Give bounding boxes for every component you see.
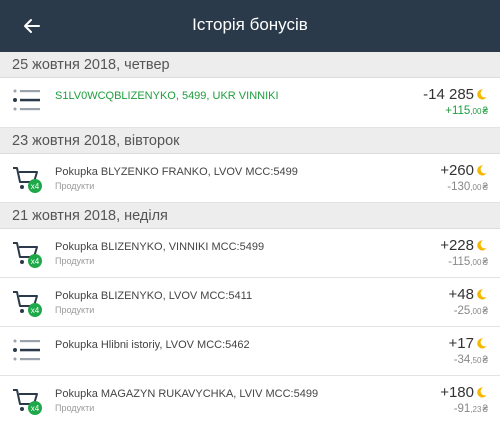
list-item[interactable]: S1LV0WCQBLIZENYKO, 5499, UKR VINNIKI -14… [0,78,500,128]
cart-icon: x4 [12,288,44,320]
svg-text:x4: x4 [31,404,40,413]
category-label: Продукти [55,256,95,266]
date-header: 25 жовтня 2018, четвер [0,52,500,78]
list-item[interactable]: x4 Pokupka BLIZENYKO, LVOV MCC:5411 Прод… [0,278,500,327]
cart-icon: x4 [12,239,44,271]
money-amount: -25,00₴ [453,305,488,317]
transaction-title: Pokupka BLIZENYKO, VINNIKI MCC:5499 [55,241,265,253]
money-amount: -91,23₴ [453,403,488,415]
amounts: +260 -130,00₴ [440,162,488,193]
cart-icon: x4 [12,386,44,418]
bonus-moon-icon [475,239,488,252]
bonus-amount: -14 285 [423,86,474,104]
page-title: Історія бонусів [192,15,308,34]
amounts: +180 -91,23₴ [440,384,488,415]
money-amount: -130,00₴ [447,181,488,193]
list-item[interactable]: x4 Pokupka BLYZENKO FRANKO, LVOV MCC:549… [0,154,500,203]
list-item[interactable]: x4 Pokupka BLIZENYKO, VINNIKI MCC:5499 П… [0,229,500,278]
list-item[interactable]: Pokupka Hlibni istoriy, LVOV MCC:5462 +1… [0,327,500,376]
date-header: 23 жовтня 2018, вівторок [0,128,500,154]
amounts: +228 -115,00₴ [440,237,488,268]
transaction-title: Pokupka Hlibni istoriy, LVOV MCC:5462 [55,339,250,351]
category-label: Продукти [55,403,95,413]
bonus-moon-icon [475,288,488,301]
list-item[interactable]: x4 Pokupka MAGAZYN RUKAVYCHKA, LVIV MCC:… [0,376,500,421]
bonus-amount: +48 [448,286,474,304]
bonus-moon-icon [475,88,488,101]
bonus-amount: +228 [440,237,474,255]
money-amount: -115,00₴ [448,256,488,268]
date-header: 21 жовтня 2018, неділя [0,203,500,229]
top-bar: Історія бонусів [0,0,500,52]
svg-text:x4: x4 [31,182,40,191]
amounts: +48 -25,00₴ [449,286,488,317]
bonus-amount: +260 [440,162,474,180]
transaction-title: S1LV0WCQBLIZENYKO, 5499, UKR VINNIKI [55,90,279,102]
amounts: +17 -34,50₴ [449,335,488,366]
list-icon [12,337,44,369]
transaction-title: Pokupka BLYZENKO FRANKO, LVOV MCC:5499 [55,166,298,178]
list-icon [12,87,44,119]
money-amount: +115,00₴ [445,105,488,117]
svg-text:x4: x4 [31,306,40,315]
bonus-moon-icon [475,164,488,177]
bonus-moon-icon [475,337,488,350]
category-label: Продукти [55,181,95,191]
transaction-title: Pokupka BLIZENYKO, LVOV MCC:5411 [55,290,253,302]
category-label: Продукти [55,305,95,315]
transaction-title: Pokupka MAGAZYN RUKAVYCHKA, LVIV MCC:549… [55,388,319,400]
cart-icon: x4 [12,164,44,196]
bonus-moon-icon [475,386,488,399]
bonus-amount: +17 [448,335,474,353]
amounts: -14 285 +115,00₴ [423,86,488,117]
money-amount: -34,50₴ [453,354,488,366]
bonus-amount: +180 [440,384,474,402]
svg-text:x4: x4 [31,257,40,266]
